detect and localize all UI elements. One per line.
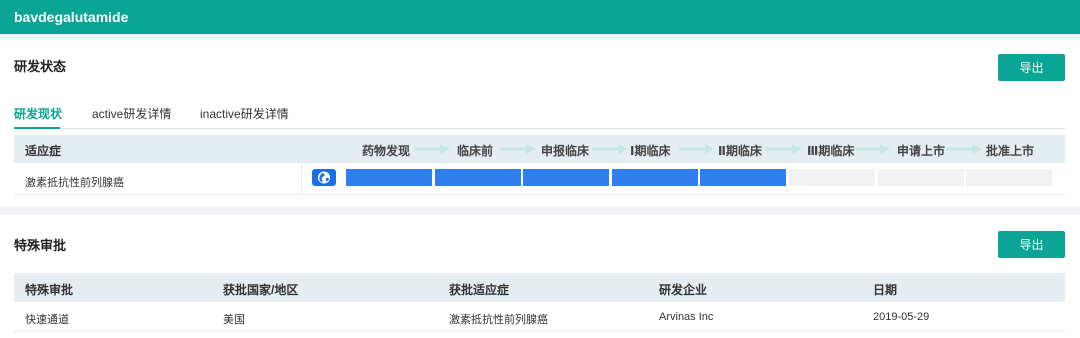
dev-status-card: 研发状态 导出 研发现状 active研发详情 inactive研发详情 适应症… — [0, 39, 1080, 207]
table-row: 快速通道 美国 激素抵抗性前列腺癌 Arvinas Inc 2019-05-29 — [14, 302, 1065, 332]
table-cell: 快速通道 — [25, 314, 69, 326]
section-title-special-approval: 特殊审批 — [14, 238, 67, 253]
tab-active-details[interactable]: active研发详情 — [92, 105, 171, 122]
indication-column-header: 适应症 — [25, 144, 62, 158]
app-header: bavdegalutamide — [0, 0, 1080, 34]
indication-name[interactable]: 激素抵抗性前列腺癌 — [25, 174, 124, 190]
arrow-icon — [592, 144, 628, 154]
export-button-special-approval[interactable]: 导出 — [998, 231, 1065, 258]
table-cell: 美国 — [223, 314, 245, 326]
progress-segment — [966, 169, 1053, 186]
column-header: 研发企业 — [659, 283, 708, 297]
special-approval-card: 特殊审批 导出 特殊审批 获批国家/地区 获批适应症 研发企业 日期 快速通道 … — [0, 215, 1080, 338]
arrow-icon — [414, 144, 450, 154]
progress-segment — [700, 169, 787, 186]
arrow-icon — [766, 144, 802, 154]
stage-header-row: 适应症 药物发现 临床前 申报临床 Ⅰ期临床 Ⅱ期临床 Ⅲ期临床 申请上市 批准… — [14, 135, 1065, 163]
column-header: 特殊审批 — [25, 283, 74, 297]
arrow-icon — [500, 144, 536, 154]
tab-dev-current[interactable]: 研发现状 — [14, 105, 62, 122]
progress-segment — [611, 169, 698, 186]
arrow-icon — [679, 144, 715, 154]
table-header: 特殊审批 获批国家/地区 获批适应症 研发企业 日期 — [14, 273, 1065, 302]
column-divider — [301, 163, 302, 195]
export-button-dev-status[interactable]: 导出 — [998, 54, 1065, 81]
progress-segment — [789, 169, 875, 186]
stage-row: 激素抵抗性前列腺癌 — [14, 163, 1065, 195]
tab-inactive-details[interactable]: inactive研发详情 — [200, 105, 289, 122]
drug-name-title: bavdegalutamide — [14, 9, 129, 25]
progress-segment — [877, 169, 964, 186]
column-header: 日期 — [873, 283, 898, 297]
progress-segment — [523, 169, 610, 186]
table-cell: Arvinas Inc — [659, 311, 714, 323]
progress-segment — [346, 169, 432, 186]
stage-label-preclinical: 临床前 — [457, 144, 494, 158]
progress-segment — [434, 169, 521, 186]
stage-label-phase2: Ⅱ期临床 — [718, 144, 762, 158]
section-title-dev-status: 研发状态 — [14, 59, 67, 74]
column-header: 获批国家/地区 — [223, 283, 299, 297]
stage-label-phase3: Ⅲ期临床 — [807, 144, 855, 158]
column-header: 获批适应症 — [449, 283, 510, 297]
stage-label-approved: 批准上市 — [986, 144, 1035, 158]
stage-label-phase1: Ⅰ期临床 — [630, 144, 671, 158]
stage-label-nda: 申请上市 — [897, 144, 946, 158]
stage-label-discovery: 药物发现 — [362, 144, 411, 158]
globe-icon[interactable] — [312, 169, 336, 186]
dev-tabs: 研发现状 active研发详情 inactive研发详情 — [14, 103, 1065, 129]
table-cell: 2019-05-29 — [873, 311, 930, 323]
arrow-icon — [854, 144, 890, 154]
arrow-icon — [946, 144, 982, 154]
active-tab-indicator — [14, 127, 60, 129]
table-cell: 激素抵抗性前列腺癌 — [449, 314, 548, 326]
stage-label-ind: 申报临床 — [541, 144, 590, 158]
